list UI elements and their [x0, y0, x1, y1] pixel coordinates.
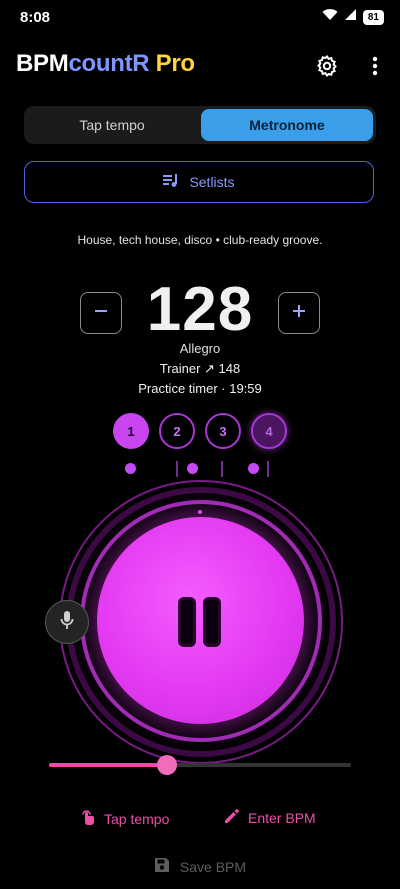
enter-bpm-label: Enter BPM [248, 809, 316, 826]
app-title-bpm: BPM [16, 50, 69, 77]
setlists-button[interactable]: Setlists [24, 161, 374, 203]
mode-tabs: Tap tempo Metronome [24, 106, 376, 144]
subdivision-divider [267, 461, 269, 477]
beat-3[interactable]: 3 [205, 413, 241, 449]
tab-tap-tempo[interactable]: Tap tempo [27, 109, 197, 141]
app-title: BPMcountR Pro [16, 50, 195, 78]
volume-slider-fill [49, 763, 167, 767]
pause-icon [181, 600, 193, 644]
mic-icon [60, 610, 74, 635]
save-bpm-label: Save BPM [179, 858, 247, 875]
beat-1[interactable]: 1 [113, 413, 149, 449]
bpm-value[interactable]: 128 [120, 274, 280, 345]
battery-icon: 81 [362, 9, 384, 25]
play-pause-button[interactable] [97, 517, 304, 724]
decrease-bpm-button[interactable] [80, 292, 122, 334]
save-icon [154, 857, 170, 876]
trainer-status[interactable]: Trainer ↗ 148 [0, 361, 400, 377]
mic-button[interactable] [45, 600, 89, 644]
enter-bpm-button[interactable]: Enter BPM [224, 808, 316, 827]
beat-4[interactable]: 4 [251, 413, 287, 449]
tap-tempo-label: Tap tempo [104, 810, 170, 827]
volume-slider-thumb[interactable] [156, 755, 177, 775]
tempo-name: Allegro [179, 341, 221, 356]
tap-icon [80, 808, 96, 829]
subdivision-divider [176, 461, 178, 477]
status-icons: 81 [322, 8, 384, 26]
subdivision-dot [187, 463, 198, 474]
genre-description: House, tech house, disco • club-ready gr… [77, 233, 323, 247]
increase-bpm-button[interactable] [278, 292, 320, 334]
plus-icon [291, 303, 307, 324]
minus-icon [93, 303, 109, 324]
practice-timer[interactable]: Practice timer · 19:59 [0, 381, 400, 396]
signal-icon [344, 8, 357, 26]
pause-icon-bar [206, 600, 218, 644]
setlists-label: Setlists [189, 174, 235, 190]
playlist-icon [163, 173, 179, 191]
tap-tempo-button[interactable]: Tap tempo [80, 808, 169, 829]
pencil-icon [224, 808, 240, 827]
app-title-countr: countR [68, 50, 150, 77]
save-bpm-button[interactable]: Save BPM [0, 857, 400, 876]
status-time: 8:08 [20, 9, 51, 26]
subdivision-divider [221, 461, 223, 477]
more-vert-icon[interactable] [362, 52, 388, 80]
dial-position-marker [198, 510, 202, 514]
tab-metronome[interactable]: Metronome [201, 109, 373, 141]
wifi-icon [322, 8, 338, 26]
beat-2[interactable]: 2 [159, 413, 195, 449]
app-title-pro: Pro [149, 50, 195, 77]
subdivision-dot [125, 463, 136, 474]
subdivision-dot [248, 463, 259, 474]
settings-icon[interactable] [313, 52, 341, 80]
